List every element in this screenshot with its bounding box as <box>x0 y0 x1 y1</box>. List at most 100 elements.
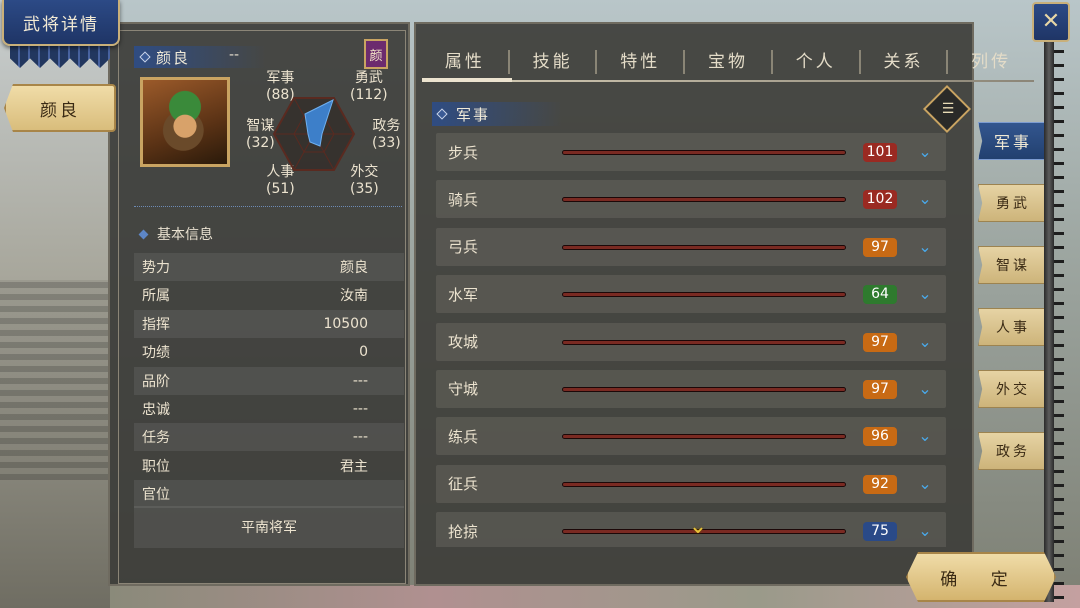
skill-row[interactable]: 守城 97 ⌄ <box>436 369 946 408</box>
info-value: 0 <box>359 344 368 361</box>
skill-value-badge: 97 <box>863 332 897 352</box>
hero-name-tab[interactable]: 颜良 <box>4 84 116 132</box>
scroll-rod-beads <box>1054 36 1064 602</box>
stat-military-label: 军事 <box>266 70 295 86</box>
side-tab-valor[interactable]: 勇武 <box>978 184 1048 222</box>
basic-info-heading: 基本信息 <box>138 224 213 244</box>
info-row-position: 职位 君主 <box>134 452 404 480</box>
chevron-down-icon[interactable]: ⌄ <box>914 425 936 447</box>
skill-row[interactable]: 步兵 101 ⌄ <box>436 133 946 171</box>
info-value: 君主 <box>340 458 368 475</box>
skill-value-badge: 75 <box>863 522 897 542</box>
skill-row[interactable]: 水军 64 ⌄ <box>436 275 946 314</box>
divider <box>134 206 402 208</box>
side-tab-military[interactable]: 军事 <box>978 122 1048 160</box>
info-label: 功绩 <box>142 345 170 362</box>
stat-politics-label: 政务 <box>372 118 401 134</box>
skill-name: 骑兵 <box>448 190 479 209</box>
skill-row[interactable]: 攻城 97 ⌄ <box>436 322 946 361</box>
chevron-down-icon[interactable]: ⌄ <box>914 378 936 400</box>
info-value: --- <box>352 400 368 417</box>
skill-bar-fill <box>563 435 845 439</box>
hero-title: -- <box>229 47 240 63</box>
skill-value-badge: 101 <box>863 143 897 162</box>
tab-underline <box>422 80 1034 82</box>
crossed-swords-icon: ✕ <box>1041 9 1061 34</box>
chevron-down-icon[interactable]: ⌄ <box>914 188 936 210</box>
skill-name: 抢掠 <box>448 522 479 541</box>
info-label: 所属 <box>142 288 170 305</box>
skill-bar <box>562 339 846 345</box>
basic-info-title: 基本信息 <box>157 227 213 243</box>
stat-strategy: 智谋 (32) <box>246 118 275 152</box>
stat-radar-chart <box>272 97 356 171</box>
stat-strategy-label: 智谋 <box>246 118 275 134</box>
skill-bar-fill <box>563 293 845 297</box>
tab-bar: 属性 技能 特性 宝物 个人 关系 列传 <box>422 44 1034 80</box>
skill-value-badge: 92 <box>863 474 897 494</box>
confirm-button[interactable]: 确 定 <box>906 552 1056 602</box>
hero-portrait <box>140 77 230 167</box>
skill-bar-fill <box>563 340 845 344</box>
skill-list[interactable]: 步兵 101 ⌄ 骑兵 102 ⌄ 弓兵 97 ⌄ 水军 64 ⌄ 攻城 97 ⌄ 守城 97 ⌄ 练兵 96 ⌄ 征兵 9… <box>436 133 946 547</box>
info-row-faction: 势力 颜良 <box>134 253 404 281</box>
info-row-task: 任务 --- <box>134 423 404 452</box>
skill-value-badge: 96 <box>863 427 897 447</box>
skill-value-badge: 64 <box>863 285 897 305</box>
skill-bar <box>562 197 846 203</box>
skill-row[interactable]: 弓兵 97 ⌄ <box>436 227 946 266</box>
side-tab-personnel[interactable]: 人事 <box>978 308 1048 346</box>
tab-treasures[interactable]: 宝物 <box>685 50 773 74</box>
skill-bar <box>562 292 846 298</box>
tab-biography[interactable]: 列传 <box>948 50 1034 74</box>
tab-relations[interactable]: 关系 <box>861 50 949 74</box>
chevron-down-icon[interactable]: ⌄ <box>914 331 936 353</box>
tab-skills[interactable]: 技能 <box>510 50 598 74</box>
stat-strategy-value: (32) <box>246 135 275 151</box>
skill-name: 征兵 <box>448 475 479 494</box>
info-label: 职位 <box>142 458 170 475</box>
info-row-grade: 品阶 --- <box>134 366 404 395</box>
scroll-down-icon[interactable]: ⌄ <box>680 516 716 538</box>
side-tab-diplomacy[interactable]: 外交 <box>978 370 1048 408</box>
info-value: 汝南 <box>340 288 368 305</box>
info-row-merit: 功绩 0 <box>134 338 404 366</box>
skill-bar-fill <box>563 151 845 154</box>
info-label: 任务 <box>142 430 170 447</box>
stat-politics-value: (33) <box>372 135 401 151</box>
skill-value-badge: 97 <box>863 379 897 399</box>
tab-attributes[interactable]: 属性 <box>422 50 510 74</box>
tab-traits[interactable]: 特性 <box>597 50 686 74</box>
chevron-down-icon[interactable]: ⌄ <box>914 141 936 163</box>
skill-name: 步兵 <box>448 143 479 162</box>
info-label: 忠诚 <box>142 401 170 418</box>
close-button[interactable]: ✕ <box>1032 2 1070 42</box>
stat-personnel-value: (51) <box>266 181 295 197</box>
info-value: --- <box>352 429 368 446</box>
skill-bar <box>562 481 846 487</box>
skill-row[interactable]: 练兵 96 ⌄ <box>436 417 946 456</box>
chevron-down-icon[interactable]: ⌄ <box>914 283 936 305</box>
info-value: --- <box>352 372 368 389</box>
diamond-icon <box>138 229 149 239</box>
skill-name: 水军 <box>448 285 479 304</box>
skill-name: 弓兵 <box>448 238 479 257</box>
skill-bar-fill <box>563 245 845 249</box>
skill-name: 攻城 <box>448 333 479 352</box>
tab-personal[interactable]: 个人 <box>773 50 861 74</box>
side-tab-strategy[interactable]: 智谋 <box>978 246 1048 284</box>
chevron-down-icon[interactable]: ⌄ <box>914 473 936 495</box>
skill-row[interactable]: 征兵 92 ⌄ <box>436 464 946 503</box>
chevron-down-icon[interactable]: ⌄ <box>914 520 936 542</box>
info-label: 势力 <box>142 260 170 276</box>
skill-value-badge: 102 <box>863 190 897 210</box>
chevron-down-icon[interactable]: ⌄ <box>914 236 936 258</box>
stat-diplomacy-value: (35) <box>350 181 379 197</box>
side-tab-politics[interactable]: 政务 <box>978 432 1048 470</box>
stat-valor-label: 勇武 <box>354 70 383 86</box>
skill-row[interactable]: 骑兵 102 ⌄ <box>436 180 946 219</box>
info-label: 指挥 <box>142 316 170 333</box>
stat-politics: 政务 (33) <box>372 118 401 152</box>
info-label: 官位 <box>142 487 170 504</box>
info-value: 颜良 <box>340 260 368 276</box>
